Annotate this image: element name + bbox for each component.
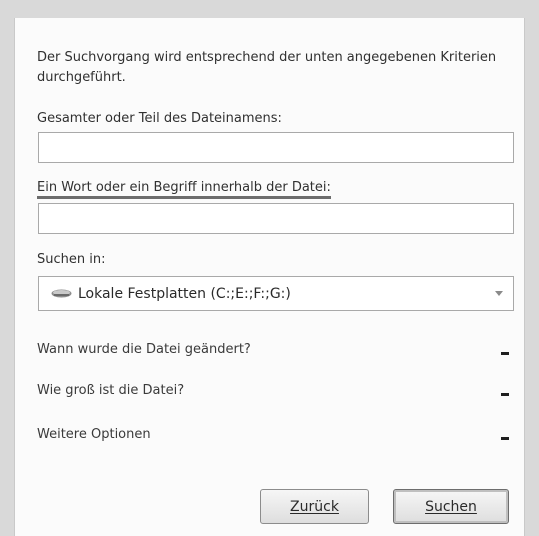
back-button-label: Zurück xyxy=(290,498,339,515)
back-button[interactable]: Zurück xyxy=(260,489,369,524)
section-more-options-label: Weitere Optionen xyxy=(37,427,151,442)
section-date-changed-label: Wann wurde die Datei geändert? xyxy=(37,342,251,357)
search-button[interactable]: Suchen xyxy=(393,489,509,524)
collapse-icon[interactable] xyxy=(501,393,509,396)
filename-label: Gesamter oder Teil des Dateinamens: xyxy=(37,111,282,126)
search-button-label: Suchen xyxy=(425,498,477,515)
section-file-size[interactable]: Wie groß ist die Datei? xyxy=(37,381,509,403)
word-input[interactable] xyxy=(38,203,514,234)
collapse-icon[interactable] xyxy=(501,352,509,355)
filename-input[interactable] xyxy=(38,132,514,163)
collapse-icon[interactable] xyxy=(501,437,509,440)
search-in-dropdown[interactable]: Lokale Festplatten (C:;E:;F:;G:) xyxy=(38,276,514,311)
section-more-options[interactable]: Weitere Optionen xyxy=(37,425,509,447)
intro-text: Der Suchvorgang wird entsprechend der un… xyxy=(37,50,497,85)
search-in-selected: Lokale Festplatten (C:;E:;F:;G:) xyxy=(78,285,291,302)
hard-drive-icon xyxy=(51,289,72,297)
chevron-down-icon[interactable] xyxy=(495,291,503,296)
search-in-label: Suchen in: xyxy=(37,252,106,267)
search-assistant-panel: Der Suchvorgang wird entsprechend der un… xyxy=(14,18,525,536)
section-date-changed[interactable]: Wann wurde die Datei geändert? xyxy=(37,340,509,362)
section-file-size-label: Wie groß ist die Datei? xyxy=(37,383,185,398)
word-label: Ein Wort oder ein Begriff innerhalb der … xyxy=(37,180,331,199)
